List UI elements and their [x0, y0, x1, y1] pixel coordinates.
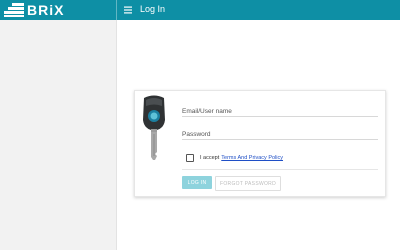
- brand-logo[interactable]: BRiX: [4, 2, 64, 18]
- top-app-bar: BRiX Log In: [0, 0, 400, 20]
- brand-name: BRiX: [27, 2, 65, 18]
- accept-label: I accept: [200, 155, 220, 161]
- password-input[interactable]: [182, 127, 378, 142]
- brix-logo-mark-icon: [4, 3, 24, 17]
- topbar-divider: [116, 0, 117, 20]
- accept-terms-checkbox[interactable]: [186, 154, 194, 162]
- sidebar: [0, 20, 116, 250]
- page-title: Log In: [140, 4, 166, 14]
- card-divider: [182, 169, 378, 170]
- email-input[interactable]: [182, 104, 378, 119]
- login-button[interactable]: LOG IN: [182, 176, 212, 189]
- email-field: [182, 100, 378, 119]
- password-field: [182, 123, 378, 142]
- forgot-password-button[interactable]: FORGOT PASSWORD: [215, 176, 281, 191]
- terms-privacy-link[interactable]: Terms And Privacy Policy: [221, 155, 283, 161]
- hamburger-menu-icon[interactable]: [123, 5, 133, 15]
- terms-row: I accept Terms And Privacy Policy: [186, 153, 283, 163]
- key-icon: [143, 95, 165, 160]
